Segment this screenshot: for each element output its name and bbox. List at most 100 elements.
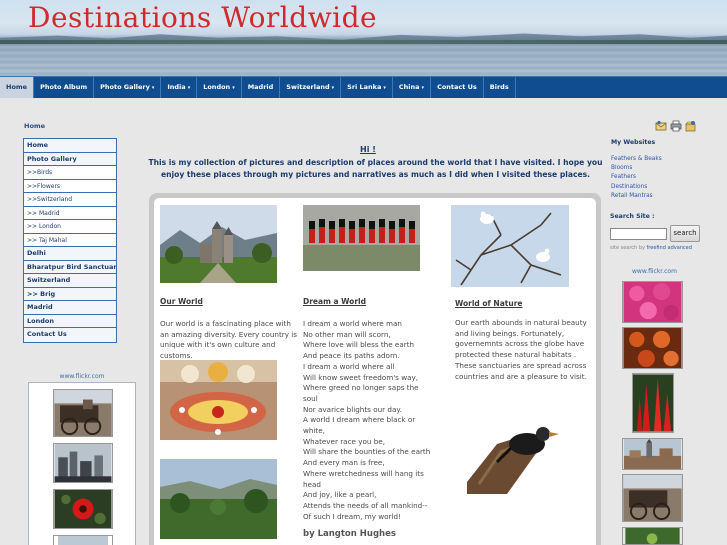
intro-text: This is my collection of pictures and de… xyxy=(148,158,603,179)
poem-author: by Langton Hughes xyxy=(303,529,396,539)
our-world-title[interactable]: Our World xyxy=(160,297,203,306)
nav-item-london[interactable]: London ▾ xyxy=(197,77,242,98)
poem-line: soul xyxy=(303,393,318,403)
nav-item-birds[interactable]: Birds xyxy=(484,77,516,98)
website-link[interactable]: Destinations xyxy=(611,184,647,190)
chevron-down-icon: ▾ xyxy=(187,85,191,91)
poem-line: head xyxy=(303,479,321,489)
nav-label: Madrid xyxy=(247,83,274,91)
nav-item-home[interactable]: Home xyxy=(0,77,35,98)
left-menu-item[interactable]: Bharatpur Bird Sanctuary xyxy=(24,260,116,274)
nav-item-photo-gallery[interactable]: Photo Gallery ▾ xyxy=(94,77,162,98)
our-world-text: Our world is a fascinating place with an… xyxy=(160,319,297,361)
nav-item-sri-lanka[interactable]: Sri Lanka ▾ xyxy=(341,77,393,98)
email-icon[interactable] xyxy=(655,120,667,132)
poem-line: Where wretchedness will hang its xyxy=(303,468,424,478)
left-menu-item[interactable]: Home xyxy=(24,139,116,153)
photo-egrets-tree[interactable] xyxy=(451,205,569,287)
nav-label: Home xyxy=(6,83,28,91)
nav-label: London xyxy=(203,83,231,91)
nav-item-india[interactable]: India ▾ xyxy=(161,77,198,98)
nav-item-madrid[interactable]: Madrid xyxy=(242,77,281,98)
main-nav: Home Photo Album Photo Gallery ▾ India ▾ Londo… xyxy=(0,76,727,98)
chevron-down-icon: ▾ xyxy=(331,85,335,91)
left-menu-item[interactable]: London xyxy=(24,314,116,328)
nav-item-switzerland[interactable]: Switzerland ▾ xyxy=(280,77,342,98)
left-menu-item[interactable]: >> Brig xyxy=(24,287,116,301)
left-menu-item[interactable]: Photo Gallery xyxy=(24,152,116,166)
flickr-thumb-city[interactable] xyxy=(53,443,113,483)
dream-world-poem: I dream a world where man No other man wi… xyxy=(303,319,453,522)
website-link[interactable]: Retail Mantras xyxy=(611,193,653,199)
poem-line: And every man is free, xyxy=(303,458,385,468)
flickr-thumb-cart-right[interactable] xyxy=(622,474,683,522)
breadcrumb[interactable]: Home xyxy=(24,122,45,130)
website-link[interactable]: Blooms xyxy=(611,165,632,171)
flickr-thumb-green[interactable] xyxy=(622,527,683,545)
poem-line: Of such I dream, my world! xyxy=(303,511,401,521)
search-input[interactable] xyxy=(610,228,667,240)
left-menu-item[interactable]: >> Taj Mahal xyxy=(24,233,116,247)
website-link[interactable]: Feathers xyxy=(611,174,636,180)
flickr-thumb-partial[interactable] xyxy=(53,535,113,545)
poem-line: I dream a world where man xyxy=(303,319,402,328)
page-tools xyxy=(655,120,697,132)
left-menu: Home Photo Gallery >>Birds >>Flowers >>Switz… xyxy=(23,138,117,343)
content-panel: Our World Our world is a fascinating pla… xyxy=(154,198,596,545)
left-menu-item[interactable]: >>Flowers xyxy=(24,179,116,193)
nav-label: China xyxy=(398,83,420,91)
flickr-thumb-orange-blooms[interactable] xyxy=(622,327,683,369)
poem-line: Will share the bounties of the earth xyxy=(303,447,431,457)
nav-label: Sri Lanka xyxy=(347,83,382,91)
poem-line: Where greed no longer saps the xyxy=(303,383,419,393)
photo-diwali-rangoli[interactable] xyxy=(160,360,277,440)
bookmark-icon[interactable] xyxy=(685,120,697,132)
left-menu-item[interactable]: Switzerland xyxy=(24,274,116,288)
world-of-nature-title[interactable]: World of Nature xyxy=(455,299,522,308)
flickr-link[interactable]: www.flickr.com xyxy=(28,373,136,380)
flickr-thumb-cart[interactable] xyxy=(53,389,113,437)
flickr-link-right[interactable]: www.flickr.com xyxy=(632,268,677,275)
nav-label: Contact Us xyxy=(437,83,477,91)
flickr-badge-left: www.flickr.com xyxy=(28,373,136,545)
nav-item-china[interactable]: China ▾ xyxy=(393,77,432,98)
left-menu-item[interactable]: Delhi xyxy=(24,247,116,261)
left-menu-item[interactable]: Contact Us xyxy=(24,328,116,342)
left-menu-item[interactable]: >> London xyxy=(24,220,116,234)
search-button[interactable]: search xyxy=(670,225,700,242)
nav-label: Birds xyxy=(489,83,509,91)
flickr-thumb-pink-flowers[interactable] xyxy=(622,281,683,323)
site-title: Destinations Worldwide xyxy=(28,1,378,34)
flickr-thumb-castle-city[interactable] xyxy=(622,438,683,470)
poem-line: I dream a world where all xyxy=(303,361,395,371)
search-site-heading: Search Site : xyxy=(610,213,655,220)
photo-guards-parade[interactable] xyxy=(303,205,420,271)
poem-line: Where love will bless the earth xyxy=(303,340,415,350)
print-icon[interactable] xyxy=(670,120,682,132)
chevron-down-icon: ▾ xyxy=(383,85,386,91)
poem-line: Whatever race you be, xyxy=(303,436,385,446)
nav-label: Photo Gallery xyxy=(100,83,150,91)
photo-bird-on-branch[interactable] xyxy=(467,404,579,494)
nav-label: Switzerland xyxy=(286,83,330,91)
poem-line: Nor avarice blights our day. xyxy=(303,404,402,414)
website-link[interactable]: Feathers & Beaks xyxy=(611,156,662,162)
freefind-link[interactable]: freefind xyxy=(647,245,666,251)
poem-line: And joy, like a pearl, xyxy=(303,490,377,500)
chevron-down-icon: ▾ xyxy=(151,85,155,91)
left-menu-item[interactable]: Madrid xyxy=(24,301,116,315)
photo-castle-landscape[interactable] xyxy=(160,205,277,283)
nav-label: Photo Album xyxy=(40,83,88,91)
header-banner: Destinations Worldwide xyxy=(0,0,727,76)
advanced-search-link[interactable]: advanced xyxy=(668,245,692,251)
flickr-thumb-red-spikes[interactable] xyxy=(632,373,674,433)
left-menu-item[interactable]: >>Switzerland xyxy=(24,193,116,207)
left-menu-item[interactable]: >>Birds xyxy=(24,166,116,180)
flickr-thumb-red-flower[interactable] xyxy=(53,489,113,529)
nav-item-photo-album[interactable]: Photo Album xyxy=(34,77,95,98)
nav-item-contact-us[interactable]: Contact Us xyxy=(431,77,484,98)
dream-world-title[interactable]: Dream a World xyxy=(303,297,366,306)
photo-valley-view[interactable] xyxy=(160,459,277,539)
poem-line: And peace its paths adorn. xyxy=(303,351,400,361)
left-menu-item[interactable]: >> Madrid xyxy=(24,206,116,220)
